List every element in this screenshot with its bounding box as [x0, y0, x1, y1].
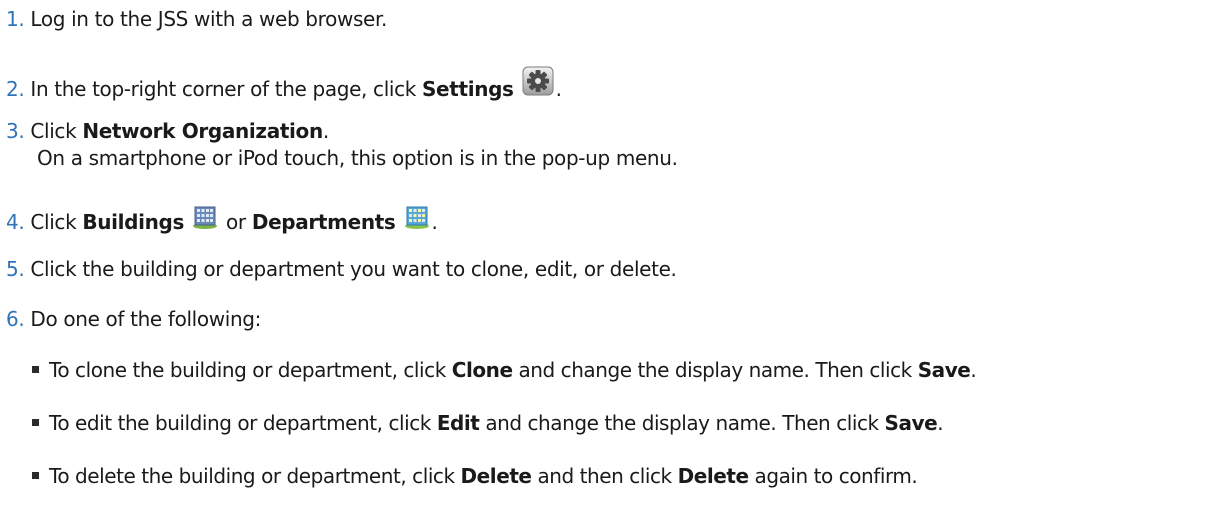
- bullet-item-delete: To delete the building or department, cl…: [32, 463, 918, 490]
- step-4: 4. Click Buildings or Departments .: [6, 205, 438, 236]
- step-text: Log in to the JSS with a web browser.: [30, 7, 388, 31]
- step-5: 5. Click the building or department you …: [6, 256, 677, 283]
- step-6: 6. Do one of the following:: [6, 306, 261, 333]
- step-text-end: .: [431, 210, 438, 234]
- bullet-item-edit: To edit the building or department, clic…: [32, 410, 944, 437]
- network-organization-label: Network Organization: [82, 119, 323, 143]
- edit-label: Edit: [436, 411, 480, 435]
- bullet-text-mid: and change the display name. Then click: [479, 411, 885, 435]
- step-text: In the top-right corner of the page, cli…: [30, 77, 422, 101]
- gear-icon: [522, 66, 554, 103]
- step-note: On a smartphone or iPod touch, this opti…: [37, 146, 678, 170]
- step-number: 2.: [6, 77, 25, 101]
- delete-label: Delete: [460, 464, 532, 488]
- bullet-marker: [32, 472, 39, 479]
- step-text-end: .: [555, 77, 562, 101]
- step-text: Click: [30, 119, 83, 143]
- bullet-marker: [32, 419, 39, 426]
- step-text: Click the building or department you wan…: [30, 257, 677, 281]
- step-text-mid: or: [220, 210, 252, 234]
- settings-label: Settings: [422, 77, 514, 101]
- step-number: 4.: [6, 210, 25, 234]
- bullet-marker: [32, 366, 39, 373]
- bullet-text: To edit the building or department, clic…: [49, 411, 437, 435]
- building-icon: [192, 205, 218, 236]
- bullet-text-end: .: [970, 358, 977, 382]
- step-number: 3.: [6, 119, 25, 143]
- step-3: 3. Click Network Organization. On a smar…: [6, 118, 678, 172]
- departments-label: Departments: [251, 210, 396, 234]
- clone-label: Clone: [451, 358, 513, 382]
- step-text: Do one of the following:: [30, 307, 262, 331]
- bullet-text: To delete the building or department, cl…: [49, 464, 461, 488]
- bullet-item-clone: To clone the building or department, cli…: [32, 357, 977, 384]
- step-number: 1.: [6, 7, 25, 31]
- departments-icon: [404, 205, 430, 236]
- bullet-text: To clone the building or department, cli…: [49, 358, 452, 382]
- bullet-text-mid: and then click: [531, 464, 678, 488]
- buildings-label: Buildings: [82, 210, 185, 234]
- step-text-end: .: [322, 119, 329, 143]
- step-text: Click: [30, 210, 83, 234]
- step-number: 5.: [6, 257, 25, 281]
- step-number: 6.: [6, 307, 25, 331]
- bullet-text-end: again to confirm.: [748, 464, 918, 488]
- save-label: Save: [884, 411, 938, 435]
- save-label: Save: [917, 358, 971, 382]
- step-2: 2. In the top-right corner of the page, …: [6, 66, 562, 103]
- delete-confirm-label: Delete: [677, 464, 749, 488]
- bullet-text-end: .: [937, 411, 944, 435]
- step-1: 1. Log in to the JSS with a web browser.: [6, 6, 387, 33]
- instruction-document: 1. Log in to the JSS with a web browser.…: [0, 0, 1226, 521]
- bullet-text-mid: and change the display name. Then click: [512, 358, 918, 382]
